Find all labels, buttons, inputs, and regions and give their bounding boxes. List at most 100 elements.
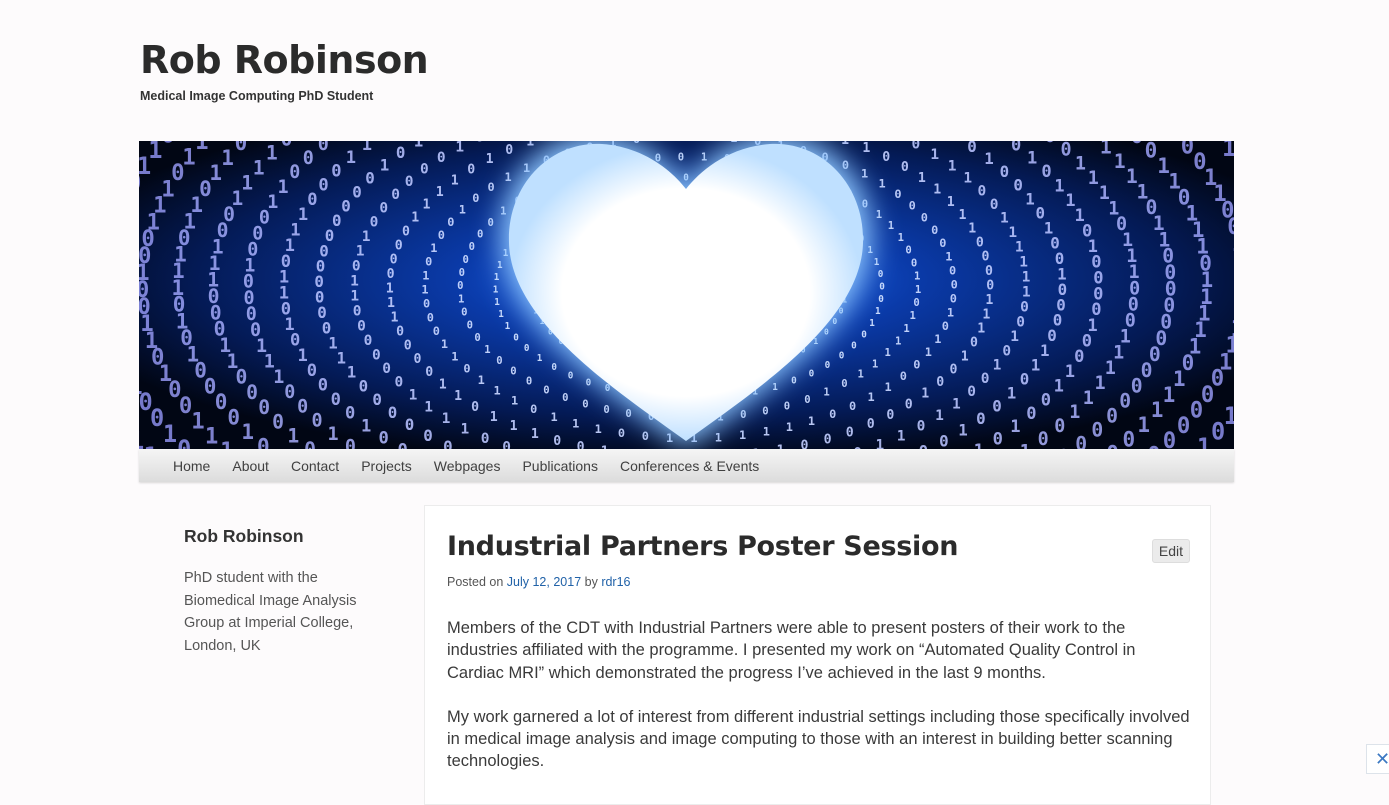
- binary-digit: 1: [278, 177, 289, 198]
- binary-digit: 1: [945, 250, 952, 264]
- binary-digit: 1: [241, 420, 254, 444]
- binary-digit: 0: [841, 378, 847, 390]
- binary-digit: 0: [543, 384, 549, 396]
- binary-digit: 0: [281, 141, 293, 151]
- binary-digit: 0: [1123, 428, 1136, 449]
- binary-digit: 0: [1106, 404, 1118, 427]
- nav-item-about[interactable]: About: [232, 458, 269, 474]
- binary-digit: 0: [586, 377, 592, 388]
- binary-digit: 0: [901, 160, 909, 175]
- binary-digit: 1: [872, 358, 878, 370]
- binary-digit: 0: [981, 371, 990, 387]
- binary-digit: 1: [1232, 231, 1234, 257]
- post-author-link[interactable]: rdr16: [601, 575, 630, 589]
- binary-digit: 0: [396, 325, 404, 340]
- binary-digit: 1: [221, 146, 234, 170]
- binary-digit: 0: [912, 141, 921, 153]
- binary-digit: 0: [472, 191, 479, 205]
- binary-digit: 0: [304, 438, 316, 449]
- binary-digit: 1: [808, 414, 815, 428]
- posted-on-label: Posted on: [447, 575, 503, 589]
- binary-digit: 0: [502, 440, 511, 449]
- binary-digit: 0: [740, 409, 746, 421]
- binary-digit: 1: [657, 141, 664, 144]
- edit-button[interactable]: Edit: [1152, 539, 1190, 563]
- binary-digit: 1: [451, 173, 459, 188]
- post-title[interactable]: Industrial Partners Poster Session: [447, 531, 958, 562]
- binary-digit: 0: [510, 366, 516, 378]
- binary-digit: 0: [353, 304, 362, 320]
- binary-digit: 0: [1211, 418, 1225, 446]
- binary-digit: 0: [678, 151, 684, 163]
- binary-digit: 0: [900, 369, 907, 383]
- nav-item-projects[interactable]: Projects: [361, 458, 412, 474]
- binary-digit: 0: [370, 214, 379, 230]
- binary-digit: 0: [921, 210, 928, 224]
- binary-digit: 0: [404, 339, 412, 354]
- binary-digit: 1: [380, 156, 390, 175]
- binary-digit: 0: [905, 245, 911, 257]
- binary-digit: 1: [386, 282, 394, 297]
- binary-digit: 0: [568, 370, 574, 381]
- binary-digit: 0: [459, 267, 465, 279]
- close-icon[interactable]: ✕: [1366, 744, 1389, 774]
- nav-item-home[interactable]: Home: [173, 458, 210, 474]
- binary-digit: 0: [437, 150, 446, 166]
- binary-digit: 1: [914, 271, 920, 283]
- binary-digit: 1: [918, 171, 926, 186]
- binary-digit: 1: [595, 422, 602, 436]
- binary-digit: 1: [436, 185, 444, 200]
- binary-digit: 0: [1119, 390, 1131, 413]
- binary-digit: 1: [898, 232, 904, 244]
- post-date-link[interactable]: July 12, 2017: [507, 575, 581, 589]
- binary-digit: 1: [772, 382, 778, 393]
- binary-digit: 1: [423, 198, 431, 213]
- site-title[interactable]: Rob Robinson: [140, 38, 428, 84]
- binary-digit: 0: [461, 307, 467, 319]
- binary-digit: 0: [861, 330, 867, 341]
- binary-digit: 0: [467, 319, 473, 331]
- binary-digit: 1: [993, 358, 1002, 374]
- binary-digit: 0: [825, 360, 831, 371]
- binary-digit: 0: [851, 340, 857, 351]
- binary-digit: 0: [471, 400, 479, 415]
- binary-digit: 1: [220, 438, 233, 449]
- binary-digit: 0: [379, 429, 389, 449]
- nav-item-publications[interactable]: Publications: [522, 458, 598, 474]
- binary-digit: 0: [388, 403, 398, 422]
- binary-digit: 1: [915, 284, 921, 296]
- nav-item-contact[interactable]: Contact: [291, 458, 339, 474]
- binary-digit: 1: [143, 441, 158, 449]
- binary-digit: 1: [947, 305, 954, 319]
- binary-digit: 1: [1137, 413, 1150, 437]
- binary-digit: 1: [958, 421, 968, 440]
- binary-digit: 0: [878, 269, 884, 280]
- main-navigation: Home About Contact Projects Webpages Pub…: [139, 449, 1234, 482]
- binary-digit: 0: [784, 400, 790, 412]
- binary-digit: 0: [526, 376, 532, 388]
- binary-digit: 0: [457, 280, 463, 292]
- binary-digit: 0: [331, 390, 341, 410]
- binary-digit: 1: [287, 425, 299, 448]
- binary-digit: 1: [253, 157, 265, 180]
- binary-digit: 0: [625, 408, 631, 420]
- binary-digit: 1: [391, 311, 399, 326]
- binary-digit: 1: [1069, 402, 1080, 423]
- binary-digit: 1: [484, 344, 490, 356]
- binary-digit: 0: [1131, 374, 1143, 397]
- binary-digit: 1: [701, 152, 707, 164]
- binary-digit: 1: [952, 396, 961, 412]
- binary-digit: 1: [930, 147, 939, 163]
- binary-digit: 1: [1088, 168, 1099, 189]
- post-paragraph: My work garnered a lot of interest from …: [447, 706, 1192, 773]
- binary-digit: 1: [1054, 376, 1064, 396]
- binary-digit: 0: [357, 318, 366, 334]
- binary-digit: 1: [1010, 417, 1020, 437]
- nav-item-webpages[interactable]: Webpages: [434, 458, 501, 474]
- binary-digit: 1: [442, 411, 451, 427]
- binary-digit: 1: [984, 149, 994, 168]
- binary-digit: 1: [350, 289, 359, 305]
- nav-item-conferences-events[interactable]: Conferences & Events: [620, 458, 759, 474]
- binary-digit: 1: [424, 399, 433, 415]
- binary-digit: 0: [1106, 442, 1119, 449]
